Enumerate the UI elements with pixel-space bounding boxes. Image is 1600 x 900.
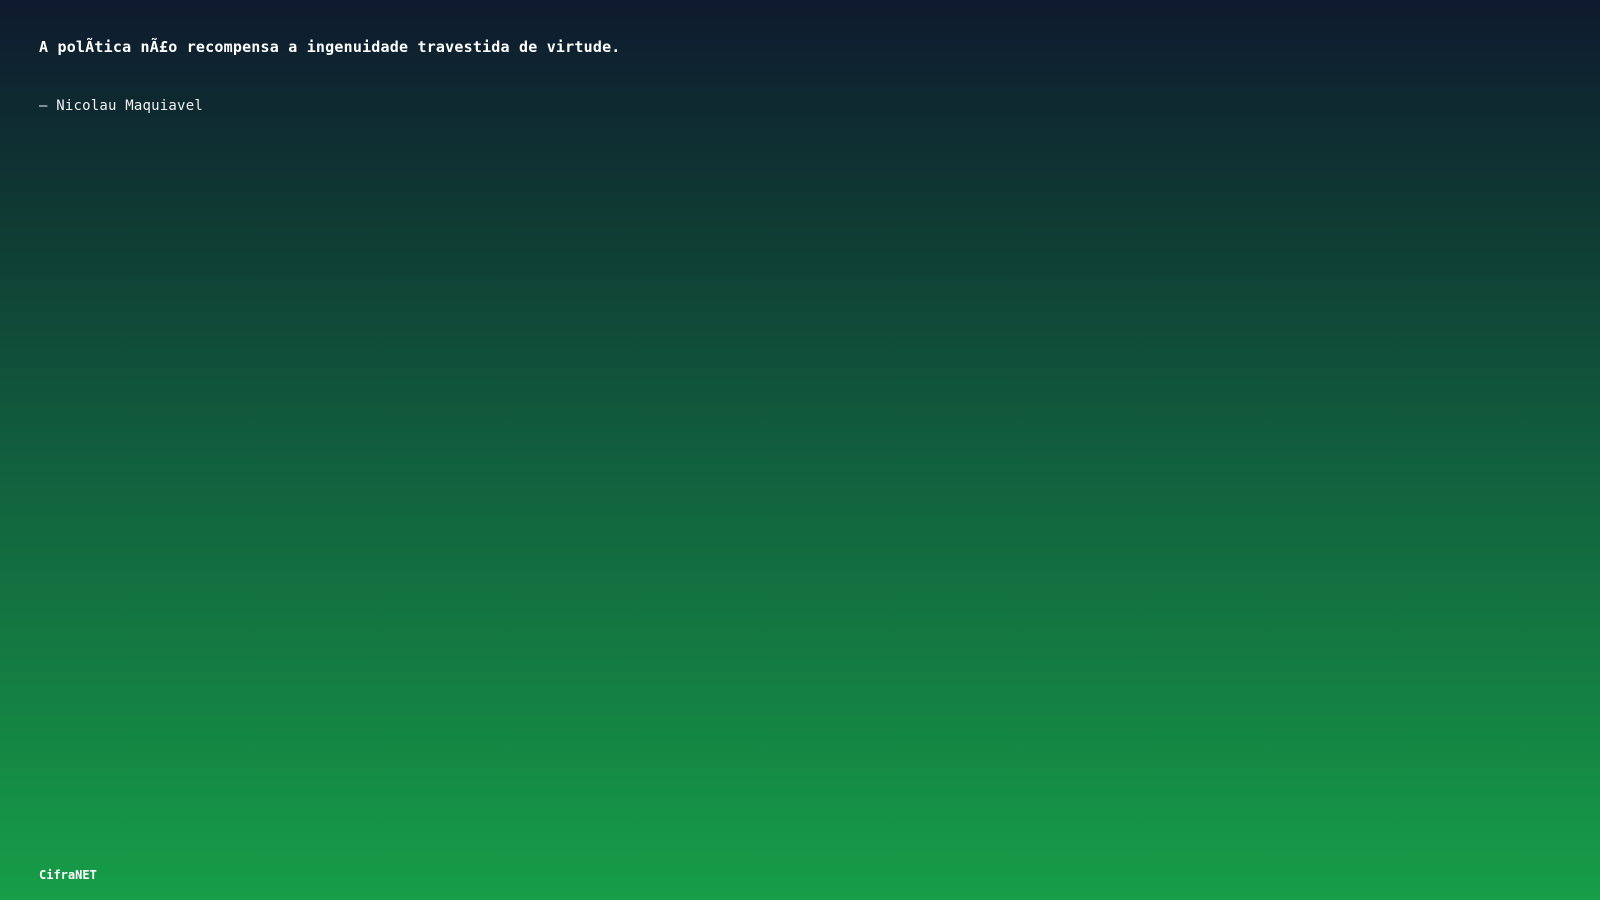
quote-author: – Nicolau Maquiavel <box>39 98 203 114</box>
quote-text: A polÃ­tica nÃ£o recompensa a ingenuidad… <box>39 38 621 56</box>
brand-label: CifraNET <box>39 868 97 882</box>
